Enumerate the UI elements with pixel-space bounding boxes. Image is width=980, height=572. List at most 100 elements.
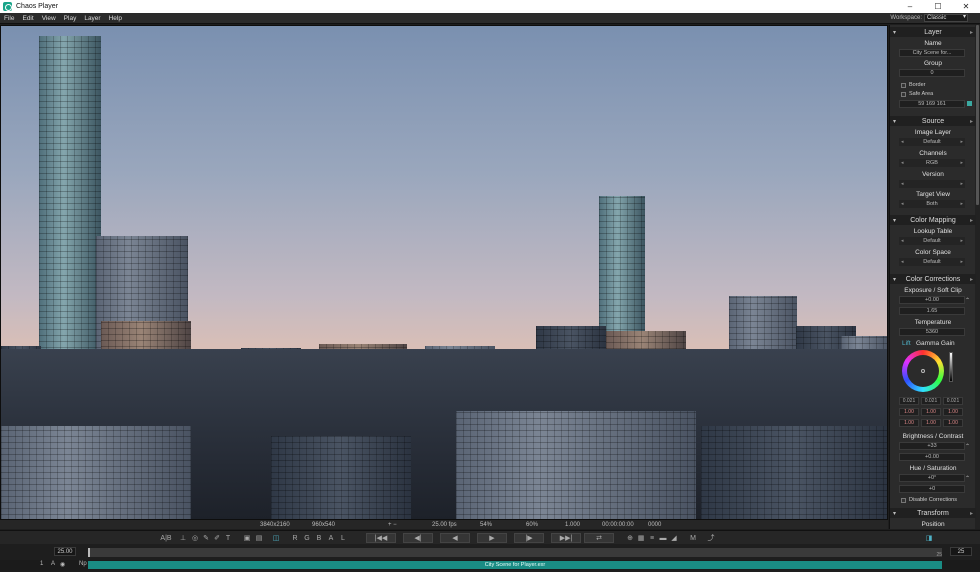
end-frame-field[interactable]: 25	[950, 547, 972, 556]
histogram-icon[interactable]: ◢	[669, 533, 679, 543]
saturation-field[interactable]: +0	[899, 485, 965, 493]
safe-area-label: Safe Area	[909, 91, 934, 97]
section-color-mapping-header[interactable]: Color Mapping	[890, 215, 976, 225]
scrub-end-label: 25	[936, 552, 942, 558]
gamma-b-field[interactable]: 1.00	[943, 408, 963, 416]
layout-icon[interactable]: ▣	[242, 533, 252, 543]
layer-color-field[interactable]: 59 169 161	[899, 100, 965, 108]
timeline-scrubber[interactable]: 25	[88, 548, 942, 558]
render-building	[1, 426, 191, 519]
target-view-dropdown[interactable]: Both	[899, 200, 965, 208]
menu-view[interactable]: View	[38, 15, 60, 22]
disable-corrections-checkbox[interactable]: Disable Corrections	[901, 497, 957, 503]
menu-play[interactable]: Play	[60, 15, 81, 22]
channels-dropdown[interactable]: RGB	[899, 159, 965, 167]
version-dropdown[interactable]	[899, 180, 965, 188]
lift-g-field[interactable]: 0.021	[921, 397, 941, 405]
link-icon[interactable]: ⌃	[965, 475, 970, 482]
image-layer-label: Image Layer	[914, 129, 952, 136]
pen-icon[interactable]: ✎	[201, 533, 211, 543]
stamp-icon[interactable]: ⊥	[178, 533, 188, 543]
lift-label[interactable]: Lift	[902, 340, 911, 347]
split-icon[interactable]: ▤	[254, 533, 264, 543]
section-source-header[interactable]: Source	[890, 116, 976, 126]
exposure-field[interactable]: +0.00	[899, 296, 965, 304]
layer-color-swatch[interactable]	[967, 101, 972, 106]
brightness-field[interactable]: +33	[899, 442, 965, 450]
zoom-controls[interactable]: + −	[388, 522, 397, 528]
export-icon[interactable]: ⤴	[706, 533, 716, 543]
step-forward-icon[interactable]: |▶	[514, 533, 544, 543]
minimize-button[interactable]: –	[896, 0, 924, 13]
image-layer-dropdown[interactable]: Default	[899, 138, 965, 146]
temperature-field[interactable]: 5360	[899, 328, 965, 336]
position-label: Position	[921, 521, 945, 528]
brush-icon[interactable]: ✐	[212, 533, 222, 543]
section-color-corrections-header[interactable]: Color Corrections	[890, 274, 976, 284]
layer-np-toggle[interactable]: Np	[79, 561, 87, 567]
guides-icon[interactable]: ≡	[647, 533, 657, 543]
contrast-field[interactable]: +0.00	[899, 453, 965, 461]
channel-b-button[interactable]: B	[314, 533, 324, 543]
layer-a-toggle[interactable]: A	[51, 561, 55, 567]
eye-icon[interactable]: ◉	[60, 561, 65, 568]
layer-clip[interactable]: City Scene for Player.exr	[88, 561, 942, 569]
menu-help[interactable]: Help	[105, 15, 126, 22]
maximize-button[interactable]: ☐	[924, 0, 952, 13]
gain-g-field[interactable]: 1.00	[921, 419, 941, 427]
group-field[interactable]: 0	[899, 69, 965, 77]
play-forward-icon[interactable]: ▶	[477, 533, 507, 543]
border-checkbox[interactable]: Border	[901, 82, 926, 88]
safe-area-checkbox[interactable]: Safe Area	[901, 91, 933, 97]
gamma-r-field[interactable]: 1.00	[899, 408, 919, 416]
link-icon[interactable]: ⌃	[965, 297, 970, 304]
link-icon[interactable]: ⌃	[965, 443, 970, 450]
menu-file[interactable]: File	[0, 15, 18, 22]
channel-a-button[interactable]: A	[326, 533, 336, 543]
color-wheel-handle[interactable]	[921, 369, 925, 373]
menu-edit[interactable]: Edit	[18, 15, 37, 22]
channel-g-button[interactable]: G	[302, 533, 312, 543]
compare-icon[interactable]: ◫	[271, 533, 281, 543]
step-back-icon[interactable]: ◀|	[403, 533, 433, 543]
image-viewer[interactable]	[0, 25, 888, 520]
soft-clip-field[interactable]: 1.65	[899, 307, 965, 315]
fps-field[interactable]: 25.00	[54, 547, 76, 556]
hue-field[interactable]: +0°	[899, 474, 965, 482]
transport-bar: A|B ⊥ ◎ ✎ ✐ T ▣ ▤ ◫ R G B A L |◀◀ ◀| ◀ ▶…	[0, 530, 980, 544]
section-transform-header[interactable]: Transform	[890, 508, 976, 518]
disable-corrections-label: Disable Corrections	[909, 497, 957, 503]
exposure-label: Exposure / Soft Clip	[904, 287, 962, 294]
playhead[interactable]	[88, 548, 90, 557]
lut-dropdown[interactable]: Default	[899, 237, 965, 245]
text-icon[interactable]: T	[223, 533, 233, 543]
section-layer-header[interactable]: Layer	[890, 27, 976, 37]
loop-icon[interactable]: ⇄	[584, 533, 614, 543]
workspace-dropdown[interactable]: Classic	[924, 14, 968, 22]
go-to-start-icon[interactable]: |◀◀	[366, 533, 396, 543]
settings-icon[interactable]: ⊕	[625, 533, 635, 543]
scrollbar-thumb[interactable]	[976, 25, 979, 205]
channel-r-button[interactable]: R	[290, 533, 300, 543]
gamma-g-field[interactable]: 1.00	[921, 408, 941, 416]
close-button[interactable]: ✕	[952, 0, 980, 13]
lift-r-field[interactable]: 0.021	[899, 397, 919, 405]
gain-r-field[interactable]: 1.00	[899, 419, 919, 427]
gamma-gain-label[interactable]: Gamma Gain	[916, 340, 955, 347]
name-field[interactable]: City Scene for...	[899, 49, 965, 57]
color-space-dropdown[interactable]: Default	[899, 258, 965, 266]
luminance-slider[interactable]	[949, 352, 953, 382]
lift-b-field[interactable]: 0.021	[943, 397, 963, 405]
target-icon[interactable]: ◎	[190, 533, 200, 543]
menu-layer[interactable]: Layer	[80, 15, 104, 22]
m-button[interactable]: M	[688, 533, 698, 543]
ab-compare-button[interactable]: A|B	[158, 533, 174, 543]
channel-l-button[interactable]: L	[338, 533, 348, 543]
gain-b-field[interactable]: 1.00	[943, 419, 963, 427]
checker-icon[interactable]: ▦	[636, 533, 646, 543]
go-to-end-icon[interactable]: ▶▶|	[551, 533, 581, 543]
checkbox-icon	[901, 497, 906, 503]
play-backward-icon[interactable]: ◀	[440, 533, 470, 543]
levels-icon[interactable]: ▬	[658, 533, 668, 543]
panel-toggle-icon[interactable]: ◨	[924, 533, 934, 543]
